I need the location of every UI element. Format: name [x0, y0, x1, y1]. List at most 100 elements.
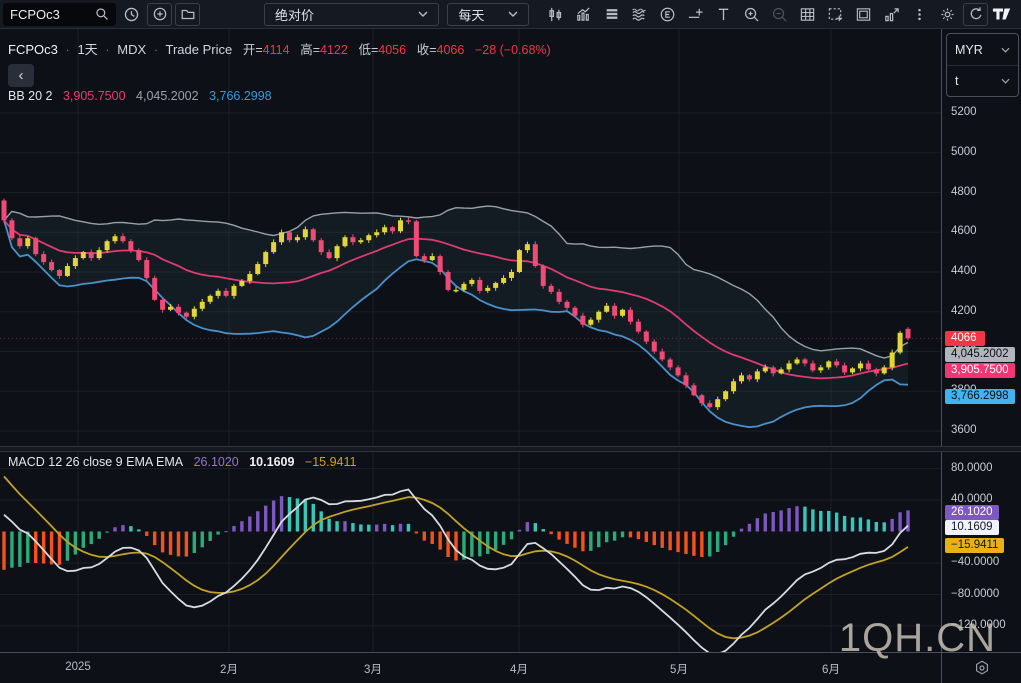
zoom-out-icon	[771, 6, 788, 23]
templates-button[interactable]	[599, 3, 624, 26]
chart-style-button[interactable]	[543, 3, 568, 26]
macd-tick: 80.0000	[951, 462, 993, 474]
bollinger-legend: BB 20 2 3,905.7500 4,045.2002 3,766.2998	[8, 89, 279, 103]
open-label: 开=	[243, 43, 263, 57]
price-tick: 4400	[951, 265, 977, 277]
symbol-search-box[interactable]: FCPOc3	[3, 3, 116, 26]
tradingview-logo[interactable]	[992, 3, 1018, 26]
legend-series: Trade Price	[166, 42, 233, 57]
macd-value-badge: 10.1609	[945, 520, 999, 535]
bb-basis-value: 3,905.7500	[63, 89, 126, 103]
interval-dropdown[interactable]: 每天	[447, 3, 529, 26]
macd-value-badge: 26.1020	[945, 505, 999, 520]
legend-back-button[interactable]: ‹	[8, 64, 34, 87]
unit-value: t	[955, 74, 958, 88]
legend-interval: 1天	[77, 42, 97, 57]
time-axis-label: 4月	[510, 661, 528, 677]
chevron-left-icon: ‹	[19, 67, 24, 84]
chart-up-icon	[883, 6, 900, 23]
time-axis[interactable]: 20252月3月4月5月6月	[0, 652, 941, 683]
macd-hist-value: 26.1020	[194, 455, 239, 469]
macd-signal-value: −15.9411	[305, 455, 357, 469]
macd-legend: MACD 12 26 close 9 EMA EMA 26.1020 10.16…	[8, 455, 363, 469]
bb-title: BB 20 2	[8, 89, 52, 103]
time-axis-label: 2025	[65, 661, 91, 673]
price-tick: 5000	[951, 146, 977, 158]
waves-icon	[631, 6, 648, 23]
settings-button[interactable]	[935, 3, 960, 26]
table-icon	[799, 6, 816, 23]
price-mode-dropdown[interactable]: 绝对价	[264, 3, 439, 26]
zoom-out-button[interactable]	[767, 3, 792, 26]
main-chart-pane[interactable]: FCPOc3 · 1天 · MDX · Trade Price 开=4114 高…	[0, 29, 941, 446]
recently-used-button[interactable]	[119, 3, 144, 26]
layout-manager-button[interactable]	[851, 3, 876, 26]
macd-tick: −80.0000	[951, 588, 999, 600]
snapshot-button[interactable]	[823, 3, 848, 26]
time-axis-settings[interactable]	[941, 652, 1021, 683]
indicator-price-badge: 4,045.2002	[945, 347, 1015, 362]
rows-icon	[604, 6, 620, 22]
close-label: 收=	[417, 43, 437, 57]
macd-line-value: 10.1609	[249, 455, 294, 469]
symbol-legend: FCPOc3 · 1天 · MDX · Trade Price 开=4114 高…	[8, 39, 551, 58]
macd-pane[interactable]: MACD 12 26 close 9 EMA EMA 26.1020 10.16…	[0, 452, 941, 652]
open-layout-button[interactable]	[175, 3, 200, 26]
data-window-button[interactable]	[795, 3, 820, 26]
legend-exchange: MDX	[117, 42, 146, 57]
indicator-price-badge: 3,766.2998	[945, 389, 1015, 404]
chart-layout: FCPOc3 · 1天 · MDX · Trade Price 开=4114 高…	[0, 29, 1021, 683]
compare-button[interactable]	[627, 3, 652, 26]
price-mode-value: 绝对价	[275, 5, 314, 24]
time-axis-label: 3月	[364, 661, 382, 677]
low-value: 4056	[378, 43, 406, 57]
interval-value: 每天	[458, 5, 484, 24]
open-value: 4114	[263, 43, 290, 57]
add-alert-icon	[687, 6, 704, 23]
top-toolbar: FCPOc3 绝对价 每天	[0, 0, 1021, 29]
time-axis-label: 5月	[670, 661, 688, 677]
macd-tick: 40.0000	[951, 493, 993, 505]
currency-dropdown[interactable]: MYR	[947, 34, 1018, 65]
hexagon-gear-icon	[973, 659, 991, 677]
macd-value-badge: −15.9411	[945, 538, 1004, 553]
chevron-down-icon	[418, 11, 428, 17]
chevron-down-icon	[508, 11, 518, 17]
zoom-in-button[interactable]	[739, 3, 764, 26]
undo-button[interactable]	[963, 3, 988, 26]
currency-value: MYR	[955, 43, 983, 57]
add-symbol-button[interactable]	[147, 3, 172, 26]
toolbar-icon-strip	[540, 3, 988, 26]
kebab-menu-icon	[912, 7, 927, 22]
price-tick: 4800	[951, 186, 977, 198]
economy-button[interactable]	[655, 3, 680, 26]
price-axis[interactable]: MYR t 5200500048004600440042004000380036…	[941, 29, 1021, 446]
indicator-chart-icon	[575, 6, 592, 23]
text-icon	[715, 6, 732, 23]
alert-button[interactable]	[683, 3, 708, 26]
price-tick: 3600	[951, 424, 977, 436]
macd-canvas[interactable]	[0, 452, 941, 652]
price-tick: 4200	[951, 305, 977, 317]
more-options-button[interactable]	[907, 3, 932, 26]
chevron-down-icon	[1001, 47, 1010, 53]
folder-icon	[180, 6, 196, 22]
candlestick-icon	[547, 6, 564, 23]
clock-icon	[123, 6, 140, 23]
chevron-down-icon	[1001, 78, 1010, 84]
snapshot-icon	[827, 6, 844, 23]
publish-button[interactable]	[879, 3, 904, 26]
price-tick: 5200	[951, 106, 977, 118]
search-icon	[95, 7, 109, 21]
indicators-button[interactable]	[571, 3, 596, 26]
macd-axis[interactable]: 80.000040.0000−40.0000−80.0000−120.00002…	[941, 452, 1021, 652]
plus-circle-icon	[152, 6, 168, 22]
high-label: 高=	[300, 43, 320, 57]
undo-icon	[968, 6, 984, 22]
macd-tick: −40.0000	[951, 556, 999, 568]
high-value: 4122	[320, 43, 348, 57]
unit-dropdown[interactable]: t	[947, 65, 1018, 96]
change-value: −28 (−0.68%)	[475, 43, 551, 57]
e-circle-icon	[659, 6, 676, 23]
text-tool-button[interactable]	[711, 3, 736, 26]
